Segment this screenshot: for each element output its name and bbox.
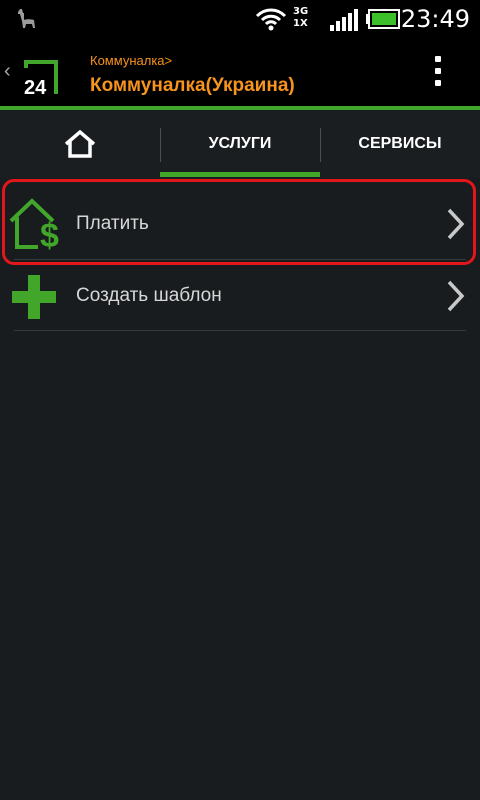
- selection-highlight-frame: [2, 179, 476, 265]
- tab-home[interactable]: [0, 110, 160, 178]
- network-type-indicator: 3G 1X: [293, 6, 309, 29]
- page-title: Коммуналка(Украина): [90, 75, 295, 96]
- signal-strength-icon: [330, 9, 358, 31]
- status-time: 23:49: [400, 5, 470, 33]
- logo-text: 24: [24, 77, 47, 99]
- status-bar: 3G 1X 23:49: [0, 0, 480, 38]
- plus-icon: [12, 275, 56, 319]
- app-logo[interactable]: 24: [20, 54, 66, 100]
- chevron-right-icon: [447, 280, 465, 312]
- tab-services[interactable]: УСЛУГИ: [160, 110, 320, 178]
- list-item-label: Создать шаблон: [76, 285, 222, 306]
- list-divider: [14, 330, 466, 331]
- app-header: ‹ 24 Коммуналка> Коммуналка(Украина): [0, 38, 480, 106]
- tab-other-services[interactable]: СЕРВИСЫ: [320, 110, 480, 178]
- wifi-icon: [255, 8, 287, 31]
- llama-icon: [18, 9, 35, 28]
- overflow-menu-icon[interactable]: [430, 56, 446, 90]
- tab-bar: УСЛУГИ СЕРВИСЫ: [0, 110, 480, 178]
- list-item-create-template[interactable]: Создать шаблон: [0, 261, 480, 331]
- back-chevron-icon[interactable]: ‹: [4, 60, 11, 83]
- breadcrumb[interactable]: Коммуналка>: [90, 53, 172, 68]
- home-icon: [64, 129, 96, 158]
- battery-icon: [366, 9, 400, 29]
- active-tab-indicator: [160, 172, 320, 177]
